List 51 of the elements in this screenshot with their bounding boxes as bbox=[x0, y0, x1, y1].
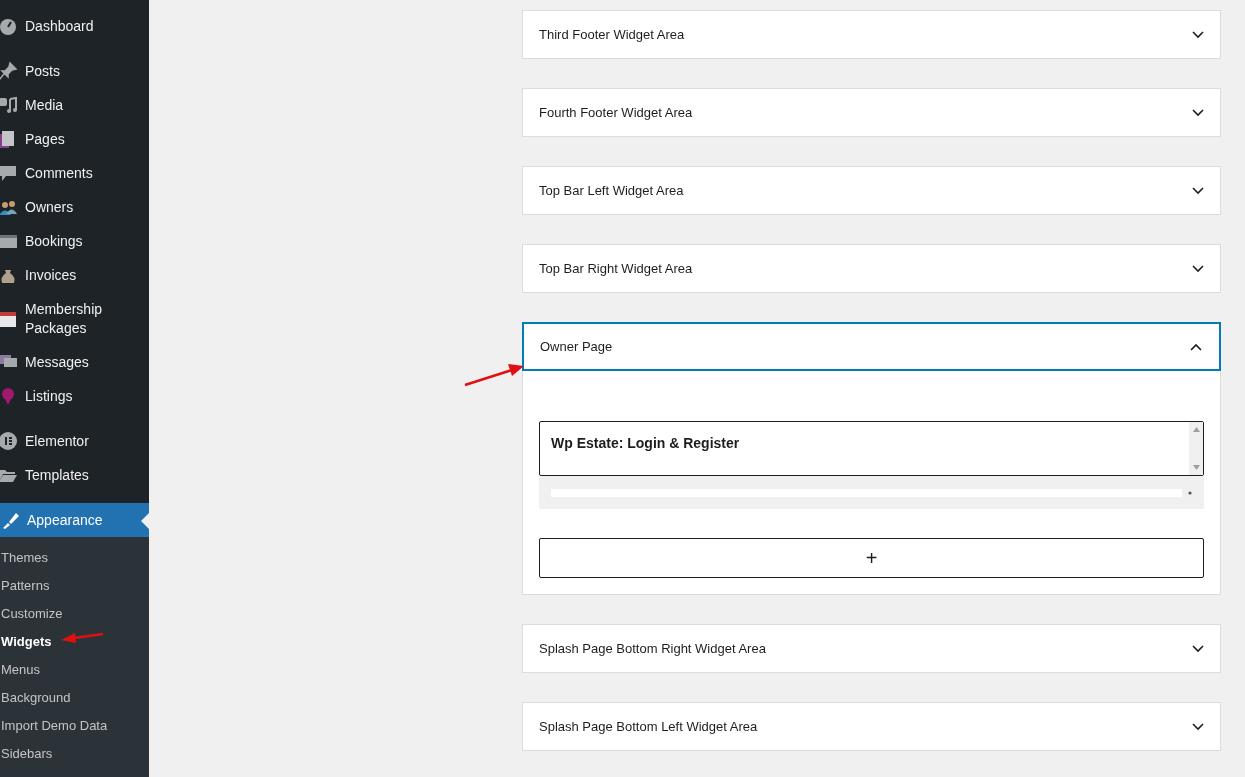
chevron-down-icon[interactable] bbox=[1192, 108, 1204, 117]
widget-area-title: Splash Page Bottom Right Widget Area bbox=[539, 641, 766, 656]
sidebar-menu-item[interactable]: Media bbox=[0, 88, 149, 122]
submenu-item[interactable]: Customize bbox=[0, 600, 149, 628]
sidebar-menu-item[interactable]: Comments bbox=[0, 156, 149, 190]
speech-bubble-icon bbox=[0, 163, 18, 183]
sidebar-menu-item[interactable]: Templates bbox=[0, 458, 149, 492]
submenu-item[interactable]: Patterns bbox=[0, 572, 149, 600]
widget-area-title: Top Bar Right Widget Area bbox=[539, 261, 693, 276]
chevron-down-icon[interactable] bbox=[1192, 186, 1204, 195]
add-block-button[interactable]: + bbox=[539, 538, 1204, 578]
submenu-item[interactable]: Import Demo Data bbox=[0, 712, 149, 740]
sidebar-menu-item[interactable]: Pages bbox=[0, 122, 149, 156]
annotation-arrow bbox=[464, 364, 524, 387]
sidebar-menu-item[interactable]: Listings bbox=[0, 379, 149, 413]
widget-area-title: Third Footer Widget Area bbox=[539, 27, 685, 42]
widget-block[interactable]: Wp Estate: Login & Register bbox=[539, 421, 1204, 476]
chevron-up-icon[interactable] bbox=[1190, 342, 1202, 351]
widget-area-header[interactable]: Third Footer Widget Area bbox=[523, 11, 1220, 58]
sidebar-menu-item[interactable]: Invoices bbox=[0, 258, 149, 292]
sidebar-menu-item[interactable]: Owners bbox=[0, 190, 149, 224]
widget-area-header[interactable]: Fourth Footer Widget Area bbox=[523, 89, 1220, 136]
resize-handle-icon[interactable] bbox=[1188, 490, 1192, 495]
submenu-item[interactable]: Widgets bbox=[0, 628, 149, 656]
widget-area-header[interactable]: Top Bar Right Widget Area bbox=[523, 245, 1220, 292]
chevron-down-icon[interactable] bbox=[1192, 30, 1204, 39]
sidebar-menu-item[interactable]: Membership Packages bbox=[0, 292, 149, 345]
widget-area-title: Fourth Footer Widget Area bbox=[539, 105, 693, 120]
sidebar-menu-item[interactable]: Posts bbox=[0, 54, 149, 88]
submenu-item[interactable]: Menus bbox=[0, 656, 149, 684]
chevron-down-icon[interactable] bbox=[1192, 722, 1204, 731]
sidebar-menu-item[interactable]: Elementor bbox=[0, 424, 149, 458]
submenu-item[interactable]: Background bbox=[0, 684, 149, 712]
pushpin-icon bbox=[0, 61, 18, 81]
widget-area-title: Owner Page bbox=[540, 339, 613, 354]
widget-area-title: Top Bar Left Widget Area bbox=[539, 183, 684, 198]
annotation-arrow bbox=[61, 632, 104, 643]
chevron-down-icon[interactable] bbox=[1192, 264, 1204, 273]
widget-area-header[interactable]: Splash Page Bottom Left Widget Area bbox=[523, 703, 1220, 750]
media-icon bbox=[0, 95, 18, 115]
widget-area-title: Splash Page Bottom Left Widget Area bbox=[539, 719, 758, 734]
widget-area-header[interactable]: Owner Page bbox=[522, 322, 1221, 371]
chevron-down-icon[interactable] bbox=[1192, 644, 1204, 653]
sidebar-menu-item[interactable]: Dashboard bbox=[0, 9, 149, 43]
widget-area-header[interactable]: Splash Page Bottom Right Widget Area bbox=[523, 625, 1220, 672]
sidebar-menu-item[interactable]: Messages bbox=[0, 345, 149, 379]
submenu-item[interactable]: Sidebars bbox=[0, 740, 149, 768]
submenu-item[interactable]: Themes bbox=[0, 544, 149, 572]
widget-area-header[interactable]: Top Bar Left Widget Area bbox=[523, 167, 1220, 214]
sidebar-menu-item[interactable]: Bookings bbox=[0, 224, 149, 258]
sidebar-menu-item[interactable]: Appearance bbox=[0, 503, 149, 537]
